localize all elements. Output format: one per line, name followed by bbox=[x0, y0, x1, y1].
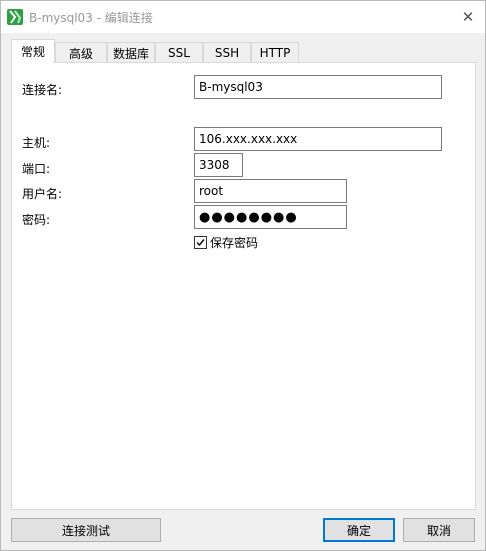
tab-ssl[interactable]: SSL bbox=[155, 42, 203, 63]
close-button[interactable]: ✕ bbox=[457, 7, 479, 27]
tab-http[interactable]: HTTP bbox=[251, 42, 299, 63]
save-password-label: 保存密码 bbox=[210, 235, 259, 250]
edit-connection-dialog: B-mysql03 - 编辑连接 ✕ 常规 高级 数据库 SSL SSH HTT… bbox=[0, 0, 486, 551]
connection-name-input[interactable]: B-mysql03 bbox=[194, 75, 442, 99]
tab-general[interactable]: 常规 bbox=[11, 39, 55, 63]
checkbox-checked-icon[interactable] bbox=[194, 235, 207, 249]
general-settings-panel: 连接名: B-mysql03 主机: 106.xxx.xxx.xxx 端口: 3… bbox=[11, 62, 476, 510]
port-label: 端口: bbox=[22, 162, 51, 176]
username-input[interactable]: root bbox=[194, 179, 347, 203]
tab-databases[interactable]: 数据库 bbox=[107, 42, 155, 63]
close-icon: ✕ bbox=[461, 8, 475, 26]
navicat-logo-icon bbox=[7, 9, 23, 25]
host-label: 主机: bbox=[22, 136, 51, 150]
connection-name-label: 连接名: bbox=[22, 83, 63, 97]
window-title: B-mysql03 - 编辑连接 bbox=[29, 11, 153, 25]
password-label: 密码: bbox=[22, 213, 51, 227]
password-input[interactable]: ●●●●●●●● bbox=[194, 205, 347, 229]
tab-ssh[interactable]: SSH bbox=[203, 42, 251, 63]
username-label: 用户名: bbox=[22, 187, 63, 201]
test-connection-button[interactable]: 连接测试 bbox=[11, 518, 161, 542]
cancel-button[interactable]: 取消 bbox=[403, 518, 475, 542]
save-password-checkbox[interactable]: 保存密码 bbox=[194, 234, 258, 250]
host-input[interactable]: 106.xxx.xxx.xxx bbox=[194, 127, 442, 151]
tab-advanced[interactable]: 高级 bbox=[55, 42, 107, 63]
port-input[interactable]: 3308 bbox=[194, 153, 243, 177]
ok-button[interactable]: 确定 bbox=[323, 518, 395, 542]
title-bar: B-mysql03 - 编辑连接 ✕ bbox=[1, 1, 485, 33]
